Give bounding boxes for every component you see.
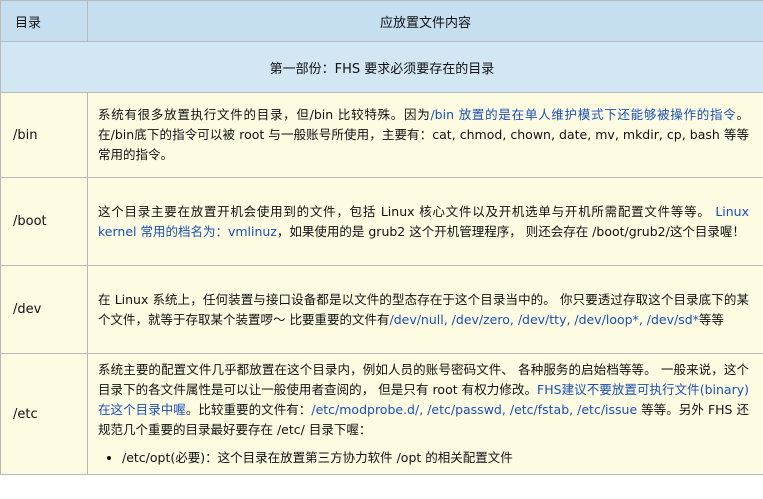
dir-name: /dev — [0, 265, 88, 354]
desc-text: 系统有很多放置执行文件的目录，但/bin 比较特殊。因为 — [98, 107, 431, 122]
dir-description: 系统有很多放置执行文件的目录，但/bin 比较特殊。因为/bin 放置的是在单人… — [87, 92, 763, 178]
dir-description: 在 Linux 系统上，任何装置与接口设备都是以文件的型态存在于这个目录当中的。… — [87, 265, 763, 354]
table-row-bin: /bin 系统有很多放置执行文件的目录，但/bin 比较特殊。因为/bin 放置… — [0, 92, 763, 178]
desc-text: 。比较重要的文件有： — [185, 402, 312, 417]
dir-description: 这个目录主要在放置开机会使用到的文件，包括 Linux 核心文件以及开机选单与开… — [87, 177, 763, 266]
table-header-row: 目录 应放置文件内容 — [0, 0, 763, 42]
dir-description: 系统主要的配置文件几乎都放置在这个目录内，例如人员的账号密码文件、 各种服务的启… — [87, 353, 763, 475]
header-content: 应放置文件内容 — [87, 0, 763, 42]
dir-name: /bin — [0, 92, 88, 178]
fhs-directory-table: 目录 应放置文件内容 第一部份：FHS 要求必须要存在的目录 /bin 系统有很… — [0, 0, 763, 475]
dir-name: /etc — [0, 353, 88, 475]
section-title: 第一部份：FHS 要求必须要存在的目录 — [0, 41, 763, 93]
desc-highlight: /dev/null, /dev/zero, /dev/tty, /dev/loo… — [389, 311, 699, 327]
subdir-path: /etc/opt(必要) — [122, 450, 206, 465]
subdir-text: ：这个目录在放置第三方协力软件 /opt 的相关配置文件 — [205, 450, 513, 465]
table-row-dev: /dev 在 Linux 系统上，任何装置与接口设备都是以文件的型态存在于这个目… — [0, 265, 763, 354]
subdir-list: /etc/opt(必要)：这个目录在放置第三方协力软件 /opt 的相关配置文件 — [98, 448, 749, 468]
table-row-etc: /etc 系统主要的配置文件几乎都放置在这个目录内，例如人员的账号密码文件、 各… — [0, 353, 763, 475]
table-row-boot: /boot 这个目录主要在放置开机会使用到的文件，包括 Linux 核心文件以及… — [0, 177, 763, 266]
header-directory: 目录 — [0, 0, 88, 42]
desc-text: 等等 — [698, 311, 724, 327]
desc-text: 这个目录主要在放置开机会使用到的文件，包括 Linux 核心文件以及开机选单与开… — [98, 203, 716, 219]
desc-text: ，如果使用的是 grub2 这个开机管理程序， 则还会存在 /boot/grub… — [276, 223, 745, 239]
list-item: /etc/opt(必要)：这个目录在放置第三方协力软件 /opt 的相关配置文件 — [122, 448, 749, 468]
desc-highlight: /bin 放置的是在单人维护模式下还能够被操作的指令 — [430, 107, 737, 122]
desc-highlight: /etc/modprobe.d/, /etc/passwd, /etc/fsta… — [311, 402, 638, 417]
dir-name: /boot — [0, 177, 88, 266]
section-row: 第一部份：FHS 要求必须要存在的目录 — [0, 41, 763, 93]
